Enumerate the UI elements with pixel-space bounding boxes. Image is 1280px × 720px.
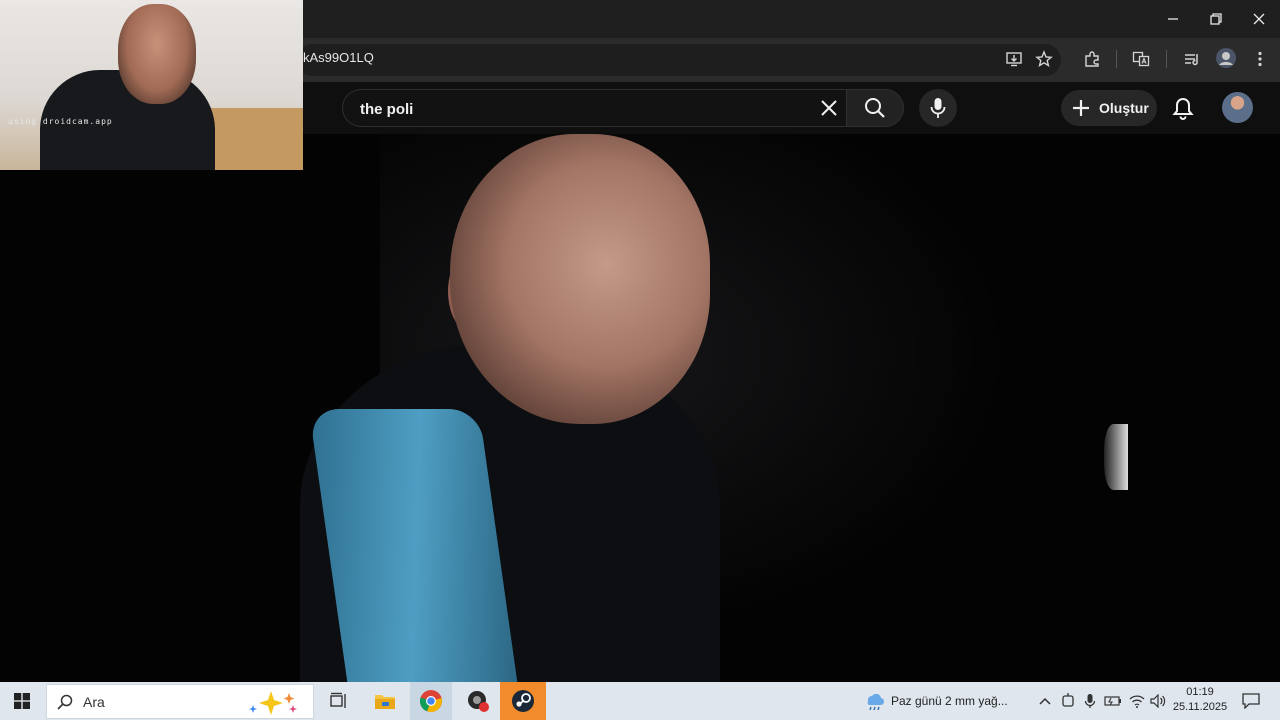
battery-icon [1104, 696, 1121, 706]
mic-icon [1084, 694, 1096, 708]
taskbar-clock[interactable]: 01:19 25.11.2025 [1168, 685, 1232, 715]
clear-icon [821, 100, 837, 116]
video-background-light [1104, 424, 1128, 490]
volume-tray-icon[interactable] [1148, 682, 1168, 720]
install-app-button[interactable] [1003, 48, 1025, 70]
chevron-up-icon [1039, 697, 1051, 705]
wifi-tray-icon[interactable] [1126, 682, 1148, 720]
tray-app-icon[interactable] [1058, 682, 1078, 720]
kebab-menu-icon [1258, 51, 1262, 67]
clear-search-button[interactable] [816, 95, 842, 121]
volume-icon [1150, 694, 1166, 708]
microphone-tray-icon[interactable] [1080, 682, 1100, 720]
minimize-button[interactable] [1151, 0, 1195, 38]
clock-time: 01:19 [1186, 686, 1214, 698]
steam-icon [512, 690, 534, 712]
close-window-button[interactable] [1237, 0, 1280, 38]
extensions-button[interactable] [1081, 48, 1103, 70]
profile-button[interactable] [1215, 47, 1237, 69]
battery-tray-icon[interactable] [1102, 682, 1124, 720]
search-input[interactable] [358, 97, 802, 121]
search-icon [57, 694, 73, 710]
minimize-icon [1168, 18, 1178, 20]
taskbar-search-label: Ara [83, 693, 105, 710]
steam-taskbar-button[interactable] [500, 682, 546, 720]
file-explorer-icon [375, 695, 395, 709]
restore-icon [1210, 13, 1222, 25]
notifications-button[interactable] [1166, 91, 1200, 125]
extensions-icon [1085, 51, 1099, 67]
video-person-head [450, 134, 710, 424]
install-app-icon [1006, 52, 1022, 67]
search-icon [865, 98, 885, 118]
bookmark-button[interactable] [1033, 48, 1055, 70]
app-taskbar-button[interactable] [457, 682, 499, 720]
device-icon [1062, 693, 1074, 707]
toolbar-divider [1166, 50, 1167, 68]
bell-icon [1172, 97, 1194, 120]
toolbar-divider [1116, 50, 1117, 68]
video-player[interactable] [0, 134, 1280, 682]
clock-date: 25.11.2025 [1172, 701, 1228, 713]
webcam-watermark: using droidcam.app [8, 117, 113, 126]
chrome-taskbar-button[interactable] [410, 682, 452, 720]
weather-text[interactable]: Paz günü 2 mm yağ... [891, 694, 1008, 708]
webcam-person-face [118, 4, 196, 104]
copilot-sparkle-icon [249, 691, 297, 715]
profile-icon [1216, 48, 1236, 68]
app-icon [468, 691, 489, 712]
address-bar[interactable] [296, 44, 1061, 76]
start-button[interactable] [0, 682, 44, 720]
browser-menu-button[interactable] [1249, 48, 1271, 70]
mic-icon [930, 98, 946, 118]
voice-search-button[interactable] [919, 89, 957, 127]
wifi-icon [1129, 695, 1145, 708]
windows-start-icon [14, 693, 30, 709]
task-view-icon [330, 692, 346, 708]
taskbar-search[interactable]: Ara [46, 684, 314, 719]
weather-icon [867, 693, 885, 711]
plus-icon [1071, 98, 1091, 118]
webcam-overlay: using droidcam.app [0, 0, 303, 170]
chrome-icon [419, 690, 442, 713]
avatar[interactable] [1222, 92, 1253, 123]
create-button-label: Oluştur [1099, 100, 1149, 116]
create-button[interactable]: Oluştur [1061, 90, 1157, 126]
translate-button[interactable] [1130, 48, 1152, 70]
file-explorer-button[interactable] [366, 682, 404, 720]
reading-list-button[interactable] [1181, 48, 1203, 70]
notification-icon [1242, 693, 1260, 709]
weather-widget-icon[interactable] [860, 682, 888, 720]
search-button[interactable] [846, 89, 904, 127]
show-hidden-icons-button[interactable] [1034, 682, 1056, 720]
bookmark-star-icon [1035, 50, 1053, 67]
reading-list-icon [1185, 54, 1198, 66]
close-icon [1253, 13, 1265, 25]
notification-center-button[interactable] [1236, 682, 1266, 720]
url-text[interactable]: kAs99O1LQ [303, 50, 374, 65]
translate-icon [1132, 51, 1150, 67]
task-view-button[interactable] [320, 682, 356, 720]
restore-button[interactable] [1194, 0, 1238, 38]
